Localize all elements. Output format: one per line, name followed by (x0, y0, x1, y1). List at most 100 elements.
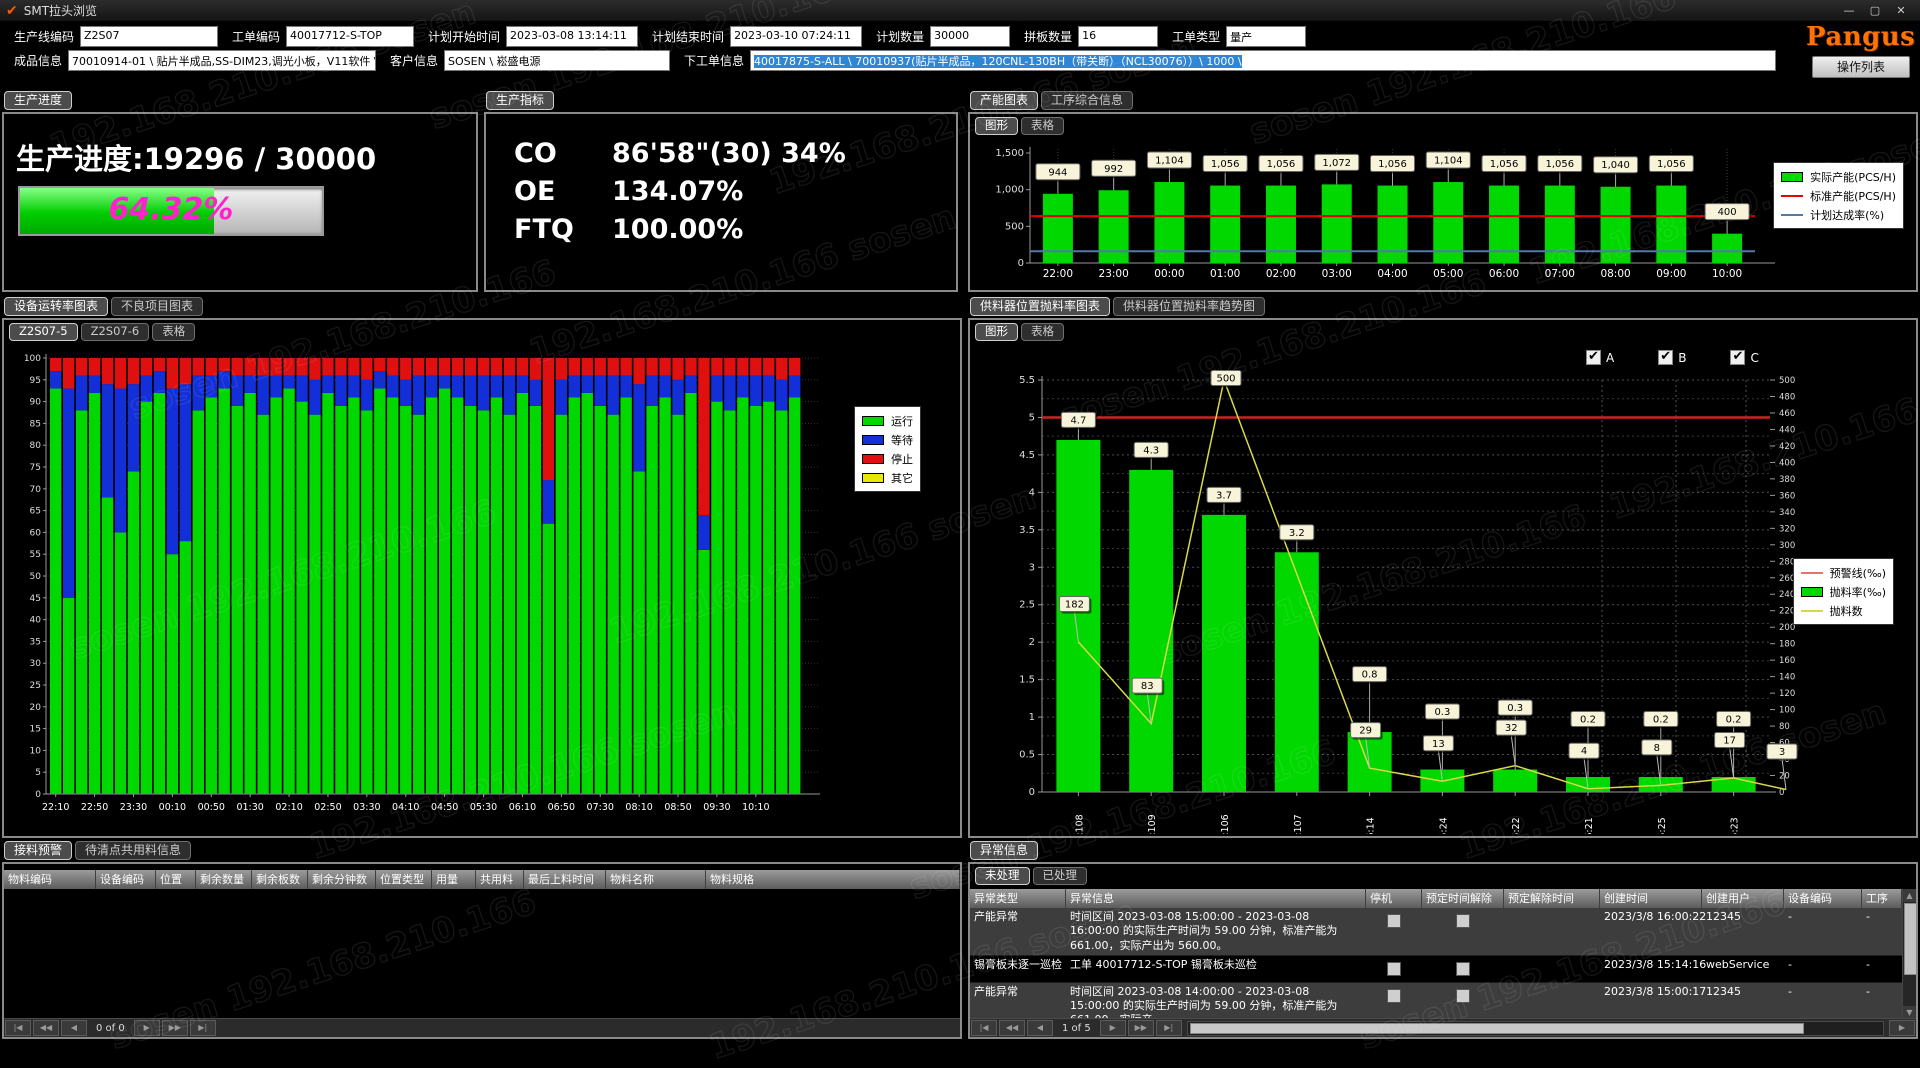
hscrollbar[interactable] (1187, 1021, 1884, 1036)
tab-工序综合信息[interactable]: 工序综合信息 (1041, 91, 1133, 110)
column-header-剩余板数[interactable]: 剩余板数 (252, 870, 308, 889)
column-header-预定解除时间[interactable]: 预定解除时间 (1504, 889, 1600, 908)
sched-release-checkbox[interactable] (1456, 962, 1470, 976)
field-计划结束时间[interactable]: 2023-03-10 07:24:11 (730, 26, 862, 47)
tab-供料器位置抛料率趋势图[interactable]: 供料器位置抛料率趋势图 (1113, 297, 1265, 316)
sched-release-checkbox[interactable] (1456, 914, 1470, 928)
field-计划数量[interactable]: 30000 (930, 26, 1010, 47)
close-button[interactable]: ✕ (1888, 3, 1914, 19)
table-row[interactable]: 锡膏板未逐一巡检工单 40017712-S-TOP 锡膏板未巡检2023/3/8… (970, 956, 1902, 983)
field-生产线编码[interactable]: Z2S07 (80, 26, 218, 47)
column-header-位置类型[interactable]: 位置类型 (376, 870, 432, 889)
pager-first-prev-button[interactable]: |◀ (971, 1020, 997, 1036)
tab-不良项目图表[interactable]: 不良项目图表 (111, 297, 203, 316)
action-list-button[interactable]: 操作列表 (1812, 56, 1910, 78)
tab-生产进度[interactable]: 生产进度 (4, 91, 72, 110)
stop-checkbox[interactable] (1387, 989, 1401, 1003)
runrate-legend: 运行等待停止其它 (854, 406, 921, 492)
panel-metrics: CO86'58"(30) 34%OE134.07%FTQ100.00% (484, 112, 958, 292)
abnormal-table-header: 异常类型异常信息停机预定时间解除预定解除时间创建时间创建用户设备编码工序 (970, 889, 1902, 908)
pager-next-last-button[interactable]: ▶▶ (1128, 1020, 1154, 1036)
svg-text:5.5: 5.5 (1019, 375, 1035, 386)
column-header-创建时间[interactable]: 创建时间 (1600, 889, 1702, 908)
field-拼板数量[interactable]: 16 (1078, 26, 1158, 47)
tab-表格[interactable]: 表格 (1021, 323, 1064, 341)
tab-设备运转率图表[interactable]: 设备运转率图表 (4, 297, 108, 316)
abnormal-vscrollbar[interactable]: ▲ ▼ (1902, 889, 1916, 1019)
field-成品信息[interactable]: 70010914-01 \ 贴片半成品,SS-DIM23,调光小板，V11软件 … (68, 50, 376, 71)
tab-表格[interactable]: 表格 (152, 323, 195, 341)
field-label: 计划数量 (876, 28, 924, 45)
tab-表格[interactable]: 表格 (1021, 117, 1064, 135)
tab-供料器位置抛料率图表[interactable]: 供料器位置抛料率图表 (970, 297, 1110, 316)
svg-text:45: 45 (30, 594, 41, 604)
column-header-创建用户[interactable]: 创建用户 (1702, 889, 1784, 908)
tab-未处理[interactable]: 未处理 (975, 867, 1030, 885)
column-header-停机[interactable]: 停机 (1366, 889, 1422, 908)
pager-next-last-button[interactable]: ▶| (190, 1020, 216, 1036)
hscroll-right-arrow[interactable]: ▶ (1889, 1020, 1915, 1036)
column-header-用量[interactable]: 用量 (432, 870, 476, 889)
tab-已处理[interactable]: 已处理 (1033, 867, 1088, 885)
hscroll-thumb[interactable] (1190, 1023, 1804, 1034)
column-header-物料名称[interactable]: 物料名称 (606, 870, 706, 889)
column-header-物料编码[interactable]: 物料编码 (4, 870, 96, 889)
column-header-设备编码[interactable]: 设备编码 (1784, 889, 1862, 908)
field-工单编码[interactable]: 40017712-S-TOP (286, 26, 414, 47)
maximize-button[interactable]: ▢ (1862, 3, 1888, 19)
sched-release-checkbox[interactable] (1456, 989, 1470, 1003)
svg-text:00:00: 00:00 (1154, 268, 1184, 280)
stop-checkbox[interactable] (1387, 914, 1401, 928)
column-header-剩余数量[interactable]: 剩余数量 (196, 870, 252, 889)
column-header-设备编码[interactable]: 设备编码 (96, 870, 156, 889)
pager-next-last-button[interactable]: ▶ (1100, 1020, 1126, 1036)
minimize-button[interactable]: — (1836, 3, 1862, 19)
form-row-1: 生产线编码Z2S07工单编码40017712-S-TOP计划开始时间2023-0… (0, 26, 1306, 47)
column-header-异常类型[interactable]: 异常类型 (970, 889, 1066, 908)
field-工单类型[interactable]: 量产 (1226, 26, 1306, 47)
group-checkbox-B[interactable]: ✔B (1658, 350, 1686, 365)
svg-text:23:00: 23:00 (1099, 268, 1129, 280)
tab-Z2S07-6[interactable]: Z2S07-6 (81, 323, 150, 341)
tab-图形[interactable]: 图形 (975, 323, 1018, 341)
field-计划开始时间[interactable]: 2023-03-08 13:14:11 (506, 26, 638, 47)
svg-text:06:50: 06:50 (548, 802, 575, 813)
column-header-工序[interactable]: 工序 (1862, 889, 1902, 908)
tab-图形[interactable]: 图形 (975, 117, 1018, 135)
field-label: 生产线编码 (14, 28, 74, 45)
vscroll-thumb[interactable] (1904, 903, 1917, 975)
svg-text:1,000: 1,000 (995, 185, 1024, 196)
pager-first-prev-button[interactable]: ◀◀ (33, 1020, 59, 1036)
table-row[interactable]: 产能异常时间区间 2023-03-08 15:00:00 - 2023-03-0… (970, 908, 1902, 956)
pager-first-prev-button[interactable]: |◀ (5, 1020, 31, 1036)
tab-待清点共用料信息[interactable]: 待清点共用料信息 (75, 841, 191, 860)
column-header-最后上料时间[interactable]: 最后上料时间 (524, 870, 606, 889)
column-header-共用料[interactable]: 共用料 (476, 870, 524, 889)
tab-产能图表[interactable]: 产能图表 (970, 91, 1038, 110)
column-header-剩余分钟数[interactable]: 剩余分钟数 (308, 870, 376, 889)
group-checkbox-A[interactable]: ✔A (1586, 350, 1614, 365)
tab-Z2S07-5[interactable]: Z2S07-5 (9, 323, 78, 341)
pager-first-prev-button[interactable]: ◀ (1027, 1020, 1053, 1036)
field-客户信息[interactable]: SOSEN \ 崧盛电源 (444, 50, 670, 71)
tab-异常信息[interactable]: 异常信息 (970, 841, 1038, 860)
group-checkbox-C[interactable]: ✔C (1730, 350, 1758, 365)
stop-checkbox[interactable] (1387, 962, 1401, 976)
legend-label: 运行 (891, 413, 913, 429)
column-header-物料规格[interactable]: 物料规格 (706, 870, 960, 889)
pager-next-last-button[interactable]: ▶▶ (162, 1020, 188, 1036)
pager-next-last-button[interactable]: ▶| (1156, 1020, 1182, 1036)
svg-text:5:25: 5:25 (1657, 817, 1668, 834)
column-header-位置[interactable]: 位置 (156, 870, 196, 889)
field-下工单信息[interactable]: 40017875-S-ALL \ 70010937(贴片半成品，120CNL-1… (750, 50, 1776, 71)
column-header-预定时间解除[interactable]: 预定时间解除 (1422, 889, 1504, 908)
tab-接料预警[interactable]: 接料预警 (4, 841, 72, 860)
column-header-异常信息[interactable]: 异常信息 (1066, 889, 1366, 908)
pager-first-prev-button[interactable]: ◀◀ (999, 1020, 1025, 1036)
scroll-up-arrow[interactable]: ▲ (1903, 889, 1916, 902)
legend-item: 等待 (862, 430, 913, 449)
tab-生产指标[interactable]: 生产指标 (486, 91, 554, 110)
table-row[interactable]: 产能异常时间区间 2023-03-08 14:00:00 - 2023-03-0… (970, 983, 1902, 1019)
pager-next-last-button[interactable]: ▶ (134, 1020, 160, 1036)
pager-first-prev-button[interactable]: ◀ (61, 1020, 87, 1036)
